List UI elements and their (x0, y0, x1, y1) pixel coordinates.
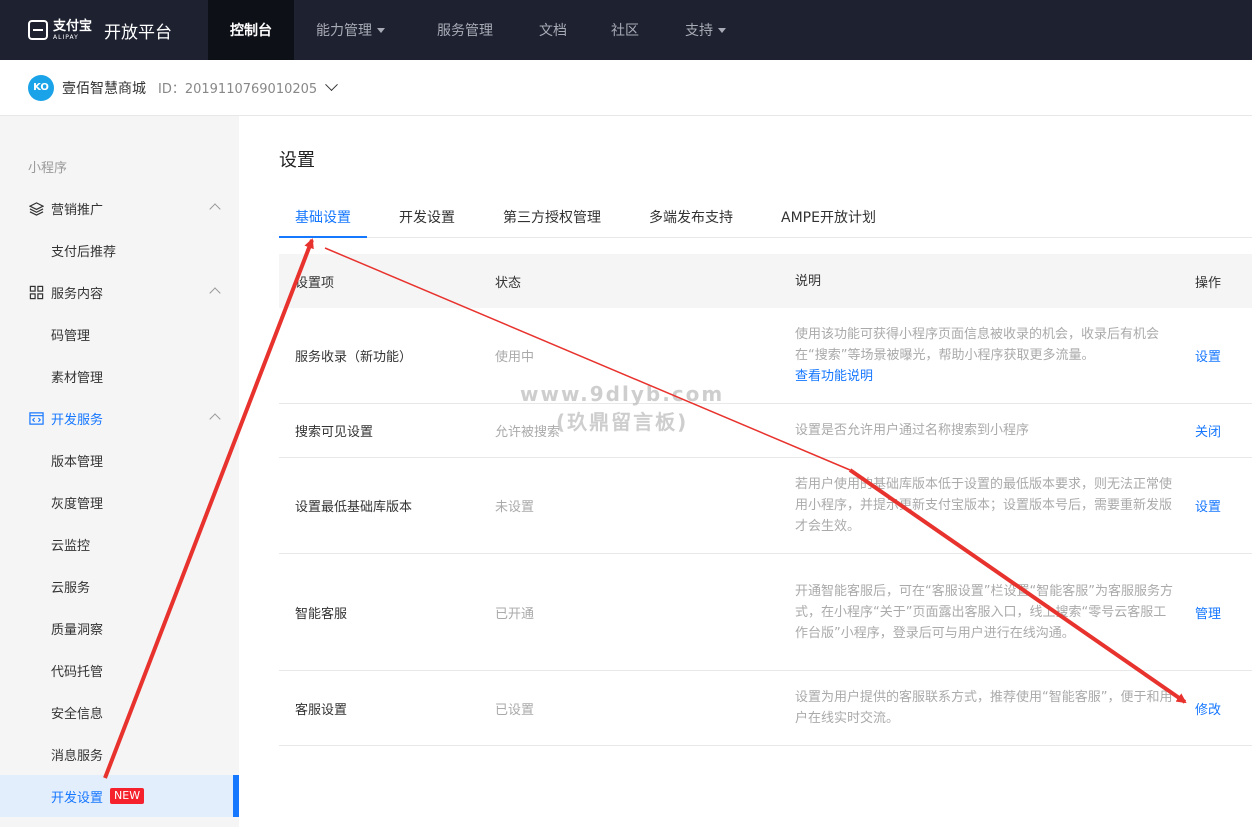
alipay-logo-icon (28, 20, 48, 40)
chevron-up-icon (209, 287, 221, 299)
chevron-up-icon (209, 413, 221, 425)
row-status: 已开通 (495, 606, 535, 622)
nav-item-community[interactable]: 社区 (583, 0, 667, 60)
nav-item-label: 支持 (685, 23, 713, 39)
header-action: 操作 (1195, 275, 1222, 291)
nav-item-console[interactable]: 控制台 (208, 0, 294, 60)
chevron-up-icon (209, 203, 221, 215)
watermark-line1: www.9dlyb.com (520, 382, 725, 406)
brand-en: ALIPAY (53, 33, 79, 41)
sidebar-item-material[interactable]: 素材管理 (0, 355, 239, 397)
sidebar-item-gray[interactable]: 灰度管理 (0, 481, 239, 523)
row-action-link[interactable]: 设置 (1179, 496, 1252, 515)
row-desc: 设置为用户提供的客服联系方式，推荐使用“智能客服”，便于和用户在线实时交流。 (795, 690, 1173, 726)
tab-multi-platform[interactable]: 多端发布支持 (633, 202, 749, 238)
nav-item-support[interactable]: 支持 (667, 0, 736, 60)
table-row: 智能客服 已开通 开通智能客服后，可在“客服设置”栏设置“智能客服”为客服服务方… (279, 554, 1252, 671)
row-item: 智能客服 (295, 606, 348, 622)
row-action-link[interactable]: 设置 (1179, 346, 1252, 365)
row-item: 客服设置 (295, 702, 348, 718)
sidebar-group-marketing[interactable]: 营销推广 (0, 187, 239, 229)
nav-item-label: 服务管理 (437, 23, 493, 39)
row-action-link[interactable]: 管理 (1179, 603, 1252, 622)
sidebar-group-dev[interactable]: 开发服务 (0, 397, 239, 439)
row-status: 已设置 (495, 702, 535, 718)
sidebar-item-dev-settings[interactable]: 开发设置 NEW (0, 775, 239, 817)
tab-dev[interactable]: 开发设置 (383, 202, 471, 238)
app-id: ID：2019110769010205 (158, 82, 318, 97)
row-item: 设置最低基础库版本 (295, 500, 413, 515)
row-status: 未设置 (495, 500, 535, 515)
sidebar-item-security[interactable]: 安全信息 (0, 691, 239, 733)
nav-item-label: 文档 (539, 23, 567, 39)
row-desc-text: 使用该功能可获得小程序页面信息被收录的机会，收录后有机会在“搜索”等场景被曝光，… (795, 327, 1160, 363)
watermark-line2: (玖鼎留言板) (555, 410, 689, 434)
header-status: 状态 (495, 275, 522, 291)
brand[interactable]: 支付宝 ALIPAY 开放平台 (0, 0, 208, 60)
nav-item-capability[interactable]: 能力管理 (294, 0, 407, 60)
sidebar-item-code-hosting[interactable]: 代码托管 (0, 649, 239, 691)
row-item: 服务收录（新功能） (295, 350, 413, 365)
sidebar: 小程序 营销推广 支付后推荐 服务内容 码管理 素材管理 开发服务 版本管理 灰… (0, 116, 239, 827)
sidebar-group-label: 服务内容 (51, 286, 104, 302)
row-item: 搜索可见设置 (295, 425, 374, 440)
nav-item-label: 控制台 (230, 23, 272, 39)
nav-item-label: 社区 (611, 23, 639, 39)
sidebar-group-content[interactable]: 服务内容 (0, 271, 239, 313)
sidebar-item-cloud-service[interactable]: 云服务 (0, 565, 239, 607)
header-desc: 说明 (795, 273, 822, 289)
row-desc: 设置是否允许用户通过名称搜索到小程序 (795, 423, 1030, 438)
feature-doc-link[interactable]: 查看功能说明 (795, 366, 1179, 387)
row-action-link[interactable]: 关闭 (1179, 421, 1252, 440)
table-row: 服务收录（新功能） 使用中 使用该功能可获得小程序页面信息被收录的机会，收录后有… (279, 308, 1252, 404)
sidebar-item-code[interactable]: 码管理 (0, 313, 239, 355)
sidebar-item-quality[interactable]: 质量洞察 (0, 607, 239, 649)
watermark: www.9dlyb.com (玖鼎留言板) (520, 380, 724, 436)
table-row: 搜索可见设置 允许被搜索 设置是否允许用户通过名称搜索到小程序 关闭 (279, 404, 1252, 458)
layers-icon (28, 200, 44, 216)
row-action-link[interactable]: 修改 (1179, 699, 1252, 718)
caret-down-icon (718, 27, 726, 33)
table-row: 设置最低基础库版本 未设置 若用户使用的基础库版本低于设置的最低版本要求，则无法… (279, 458, 1252, 554)
chevron-down-icon[interactable] (325, 78, 339, 92)
caret-down-icon (377, 27, 385, 33)
sidebar-item-version[interactable]: 版本管理 (0, 439, 239, 481)
page-title: 设置 (279, 150, 315, 171)
row-status: 使用中 (495, 350, 535, 365)
table-row: 客服设置 已设置 设置为用户提供的客服联系方式，推荐使用“智能客服”，便于和用户… (279, 671, 1252, 746)
row-desc: 若用户使用的基础库版本低于设置的最低版本要求，则无法正常使用小程序，并提示更新支… (795, 477, 1173, 534)
code-icon (28, 410, 44, 426)
brand-text: 支付宝 ALIPAY (53, 20, 92, 41)
tab-basic[interactable]: 基础设置 (279, 202, 367, 238)
nav-item-service[interactable]: 服务管理 (407, 0, 523, 60)
app-avatar: KO (28, 74, 54, 101)
sidebar-item-after-pay[interactable]: 支付后推荐 (0, 229, 239, 271)
main-content: 设置 基础设置 开发设置 第三方授权管理 多端发布支持 AMPE开放计划 设置项… (279, 116, 1252, 827)
nav-item-docs[interactable]: 文档 (523, 0, 583, 60)
row-desc: 开通智能客服后，可在“客服设置”栏设置“智能客服”为客服服务方式，在小程序“关于… (795, 583, 1173, 641)
app-name: 壹佰智慧商城 (62, 80, 146, 97)
sidebar-item-label: 开发设置 (51, 790, 104, 806)
grid-icon (28, 284, 44, 300)
row-desc: 使用该功能可获得小程序页面信息被收录的机会，收录后有机会在“搜索”等场景被曝光，… (779, 324, 1179, 387)
top-nav: 支付宝 ALIPAY 开放平台 控制台 能力管理 服务管理 文档 社区 支持 (0, 0, 1252, 60)
settings-table: 设置项 状态 说明 操作 服务收录（新功能） 使用中 使用该功能可获得小程序页面… (279, 254, 1252, 746)
settings-tabs: 基础设置 开发设置 第三方授权管理 多端发布支持 AMPE开放计划 (279, 202, 1252, 238)
header-item: 设置项 (295, 275, 335, 291)
sidebar-item-cloud-monitor[interactable]: 云监控 (0, 523, 239, 565)
nav-items: 控制台 能力管理 服务管理 文档 社区 支持 (208, 0, 736, 60)
table-header: 设置项 状态 说明 操作 (279, 254, 1252, 308)
new-badge: NEW (110, 787, 145, 805)
sidebar-group-label: 开发服务 (51, 412, 104, 428)
platform-title: 开放平台 (104, 22, 173, 43)
tab-ampe[interactable]: AMPE开放计划 (765, 202, 892, 238)
app-selector[interactable]: KO 壹佰智慧商城 ID：2019110769010205 (0, 60, 1252, 116)
sidebar-item-message[interactable]: 消息服务 (0, 733, 239, 775)
tab-third-party[interactable]: 第三方授权管理 (487, 202, 617, 238)
sidebar-section-title: 小程序 (28, 160, 68, 176)
sidebar-group-label: 营销推广 (51, 202, 104, 218)
brand-cn: 支付宝 (53, 18, 93, 34)
nav-item-label: 能力管理 (316, 23, 372, 39)
